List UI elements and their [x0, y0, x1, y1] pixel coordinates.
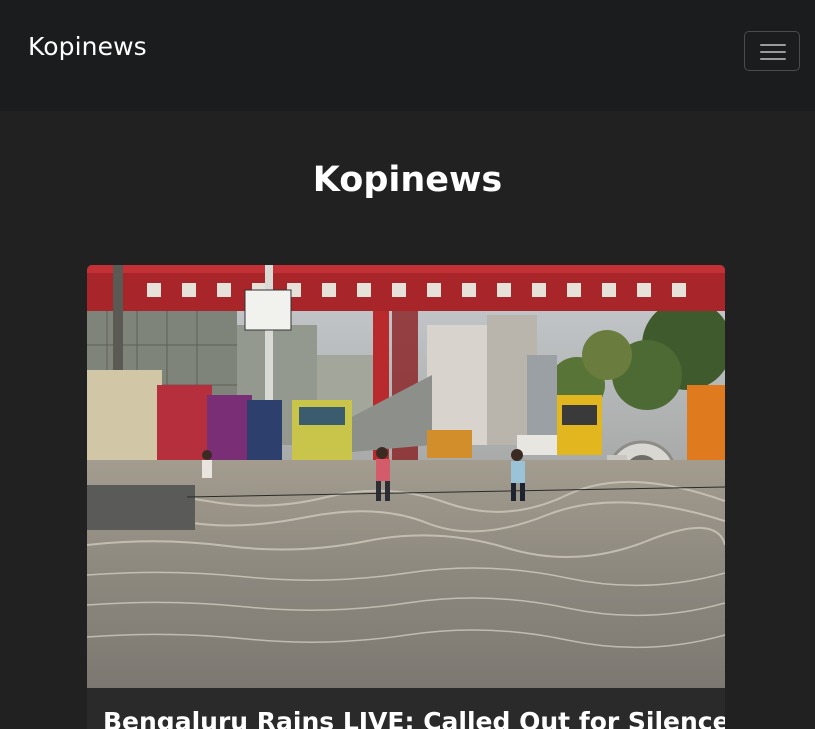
navbar-toggle-button[interactable]	[744, 31, 800, 71]
navbar-brand[interactable]: Kopinews	[28, 30, 147, 64]
article-title[interactable]: Bengaluru Rains LIVE: Called Out for Sil…	[103, 705, 725, 729]
article-image[interactable]	[87, 265, 725, 688]
page-title: Kopinews	[312, 160, 503, 200]
article-card[interactable]: Bengaluru Rains LIVE: Called Out for Sil…	[87, 265, 725, 729]
hamburger-menu-icon	[760, 43, 786, 61]
top-navbar: Kopinews	[0, 0, 815, 111]
flooded-street-photo	[87, 265, 725, 688]
